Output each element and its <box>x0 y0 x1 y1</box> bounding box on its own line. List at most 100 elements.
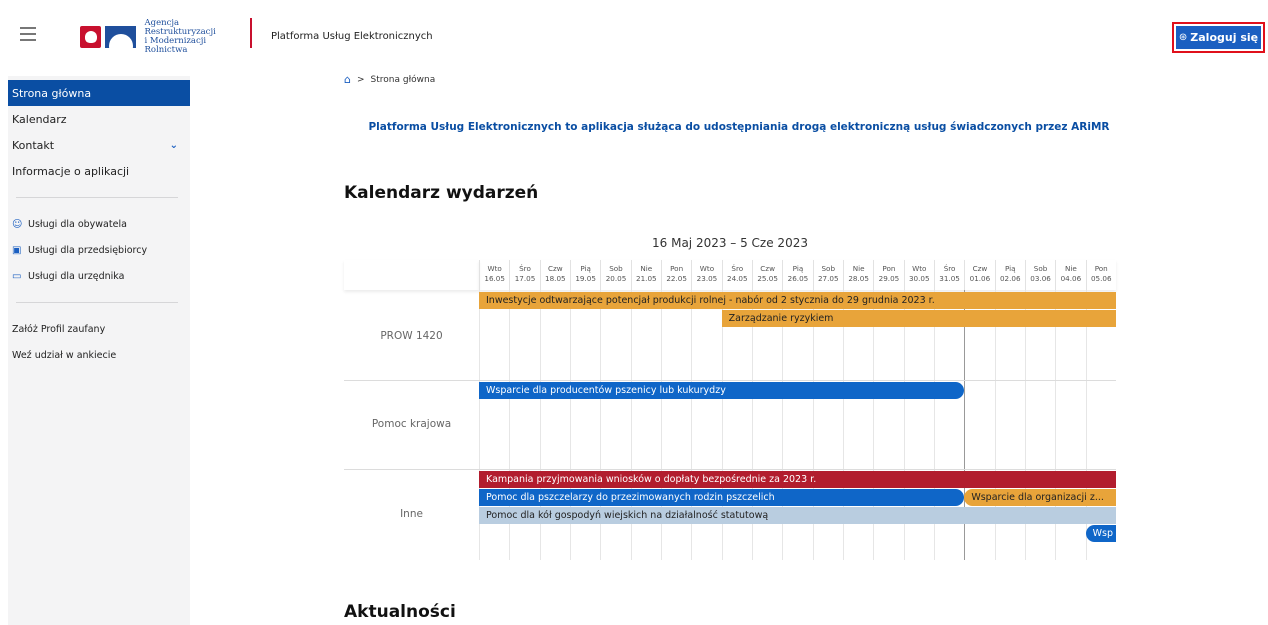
calendar-section-title: Kalendarz wydarzeń <box>344 183 539 203</box>
row-label-prow: PROW 1420 <box>380 330 443 342</box>
day-date: 31.05 <box>939 274 960 283</box>
calendar-event[interactable]: Wsp <box>1085 525 1116 542</box>
day-date: 22.05 <box>666 274 687 283</box>
calendar-days-header: Wto 16.05 Śro 17.05 Czw 18.05 Pią 19.05 Sob 20.05… <box>479 260 1116 290</box>
sidebar-item-business-services[interactable]: ▣ Usługi dla przedsiębiorcy <box>8 237 190 263</box>
sidebar-item-trusted-profile[interactable]: Załóż Profil zaufany <box>8 316 190 342</box>
day-header: Śro 24.05 <box>721 260 752 290</box>
day-date: 17.05 <box>514 274 536 283</box>
day-of-week: Pią <box>580 264 591 273</box>
day-date: 02.06 <box>999 274 1021 283</box>
day-date: 03.06 <box>1030 274 1051 283</box>
logo-line-1: Agencja Restrukturyzacji <box>144 18 216 37</box>
page-headline: Platforma Usług Elektronicznych to aplik… <box>368 121 1110 133</box>
day-header: Czw 25.05 <box>751 260 782 290</box>
day-date: 20.05 <box>605 274 627 283</box>
day-header: Śro 31.05 <box>933 260 964 290</box>
sidebar-item-label: Strona główna <box>12 86 92 100</box>
day-of-week: Sob <box>609 264 623 273</box>
breadcrumb: ⌂ > Strona główna <box>344 73 435 86</box>
day-of-week: Śro <box>731 264 744 273</box>
sidebar-item-survey[interactable]: Weź udział w ankiecie <box>8 342 190 368</box>
day-date: 28.05 <box>848 274 869 283</box>
day-of-week: Śro <box>519 264 531 273</box>
day-header: Pią 19.05 <box>569 260 600 290</box>
day-date: 26.05 <box>787 274 809 283</box>
sidebar-item-calendar[interactable]: Kalendarz <box>8 106 190 132</box>
day-date: 18.05 <box>545 274 566 283</box>
calendar-event[interactable]: Inwestycje odtwarzające potencjał produk… <box>479 292 1116 309</box>
logo-text: Agencja Restrukturyzacji i Modernizacji … <box>144 19 250 55</box>
sidebar-item-label: Informacje o aplikacji <box>12 164 130 178</box>
calendar-event[interactable]: Zarządzanie ryzykiem <box>721 310 1116 327</box>
day-header: Pią 26.05 <box>782 260 812 290</box>
day-of-week: Nie <box>1065 264 1077 273</box>
row-divider <box>344 380 1116 381</box>
sidebar-item-label: Usługi dla obywatela <box>28 218 127 230</box>
person-icon: ☺ <box>12 218 23 230</box>
login-highlight: ⊛ Zaloguj się <box>1172 22 1265 53</box>
arimr-logo[interactable]: Agencja Restrukturyzacji i Modernizacji … <box>80 19 250 55</box>
eagle-emblem-icon <box>80 26 102 48</box>
sidebar-item-label: Kontakt <box>12 138 55 152</box>
sidebar-item-app-info[interactable]: Informacje o aplikacji <box>8 158 190 184</box>
arimr-emblem-icon <box>105 26 137 48</box>
sidebar-item-citizen-services[interactable]: ☺ Usługi dla obywatela <box>8 211 190 237</box>
day-date: 23.05 <box>696 274 718 283</box>
row-header-corner <box>344 260 479 290</box>
news-section-title: Aktualności <box>344 602 456 622</box>
sidebar-item-contact[interactable]: Kontakt ⌄ <box>8 132 190 158</box>
calendar-event[interactable]: Kampania przyjmowania wniosków o dopłaty… <box>479 471 1116 488</box>
day-date: 19.05 <box>575 274 596 283</box>
sidebar-divider <box>16 302 178 303</box>
calendar-range: 16 Maj 2023 – 5 Cze 2023 <box>652 236 808 250</box>
day-date: 04.06 <box>1060 274 1082 283</box>
day-date: 27.05 <box>817 274 839 283</box>
day-of-week: Czw <box>547 264 563 273</box>
row-label-other: Inne <box>400 508 423 520</box>
sidebar-item-official-services[interactable]: ▭ Usługi dla urzędnika <box>8 263 190 289</box>
day-header: Nie 21.05 <box>630 260 661 290</box>
sidebar-item-label: Załóż Profil zaufany <box>12 323 106 335</box>
event-calendar: Wto 16.05 Śro 17.05 Czw 18.05 Pią 19.05 Sob 20.05… <box>344 260 1116 560</box>
sidebar-item-label: Kalendarz <box>12 112 67 126</box>
login-label: Zaloguj się <box>1190 31 1259 44</box>
breadcrumb-separator: > <box>356 74 365 85</box>
day-header: Pon 29.05 <box>873 260 903 290</box>
row-divider <box>344 469 1116 470</box>
home-icon[interactable]: ⌂ <box>344 73 351 86</box>
day-header: Wto 23.05 <box>691 260 721 290</box>
day-header: Nie 04.06 <box>1055 260 1085 290</box>
day-of-week: Pią <box>1004 264 1016 273</box>
day-of-week: Pią <box>792 264 804 273</box>
day-of-week: Czw <box>760 264 775 273</box>
day-date: 24.05 <box>727 274 748 283</box>
hamburger-menu-icon[interactable] <box>20 27 36 41</box>
day-date: 30.05 <box>908 274 930 283</box>
chevron-down-icon[interactable]: ⌄ <box>170 140 178 151</box>
header-divider <box>250 18 252 48</box>
calendar-event[interactable]: Pomoc dla kół gospodyń wiejskich na dzia… <box>479 507 1116 524</box>
day-header: Sob 03.06 <box>1024 260 1055 290</box>
day-header: Nie 28.05 <box>842 260 873 290</box>
day-date: 25.05 <box>757 274 778 283</box>
day-of-week: Sob <box>1033 264 1048 273</box>
sidebar-item-label: Usługi dla urzędnika <box>28 270 125 282</box>
day-of-week: Pon <box>1094 264 1108 273</box>
sidebar-item-label: Weź udział w ankiecie <box>12 349 117 361</box>
day-of-week: Wto <box>487 264 502 273</box>
calendar-event[interactable]: Pomoc dla pszczelarzy do przezimowanych … <box>479 489 965 506</box>
calendar-event[interactable]: Wsparcie dla producentów pszenicy lub ku… <box>479 382 965 399</box>
day-of-week: Śro <box>943 264 956 273</box>
day-header: Sob 20.05 <box>600 260 630 290</box>
login-button[interactable]: ⊛ Zaloguj się <box>1176 26 1261 49</box>
day-of-week: Wto <box>699 264 715 273</box>
calendar-event[interactable]: Wsparcie dla organizacji z... <box>964 489 1116 506</box>
day-header: Czw 18.05 <box>539 260 570 290</box>
sidebar-item-label: Usługi dla przedsiębiorcy <box>28 244 148 256</box>
day-of-week: Pon <box>882 264 896 273</box>
sidebar-divider <box>16 197 178 198</box>
day-header: Wto 16.05 <box>479 260 509 290</box>
sidebar-item-home[interactable]: Strona główna <box>8 80 190 106</box>
day-date: 16.05 <box>484 274 505 283</box>
